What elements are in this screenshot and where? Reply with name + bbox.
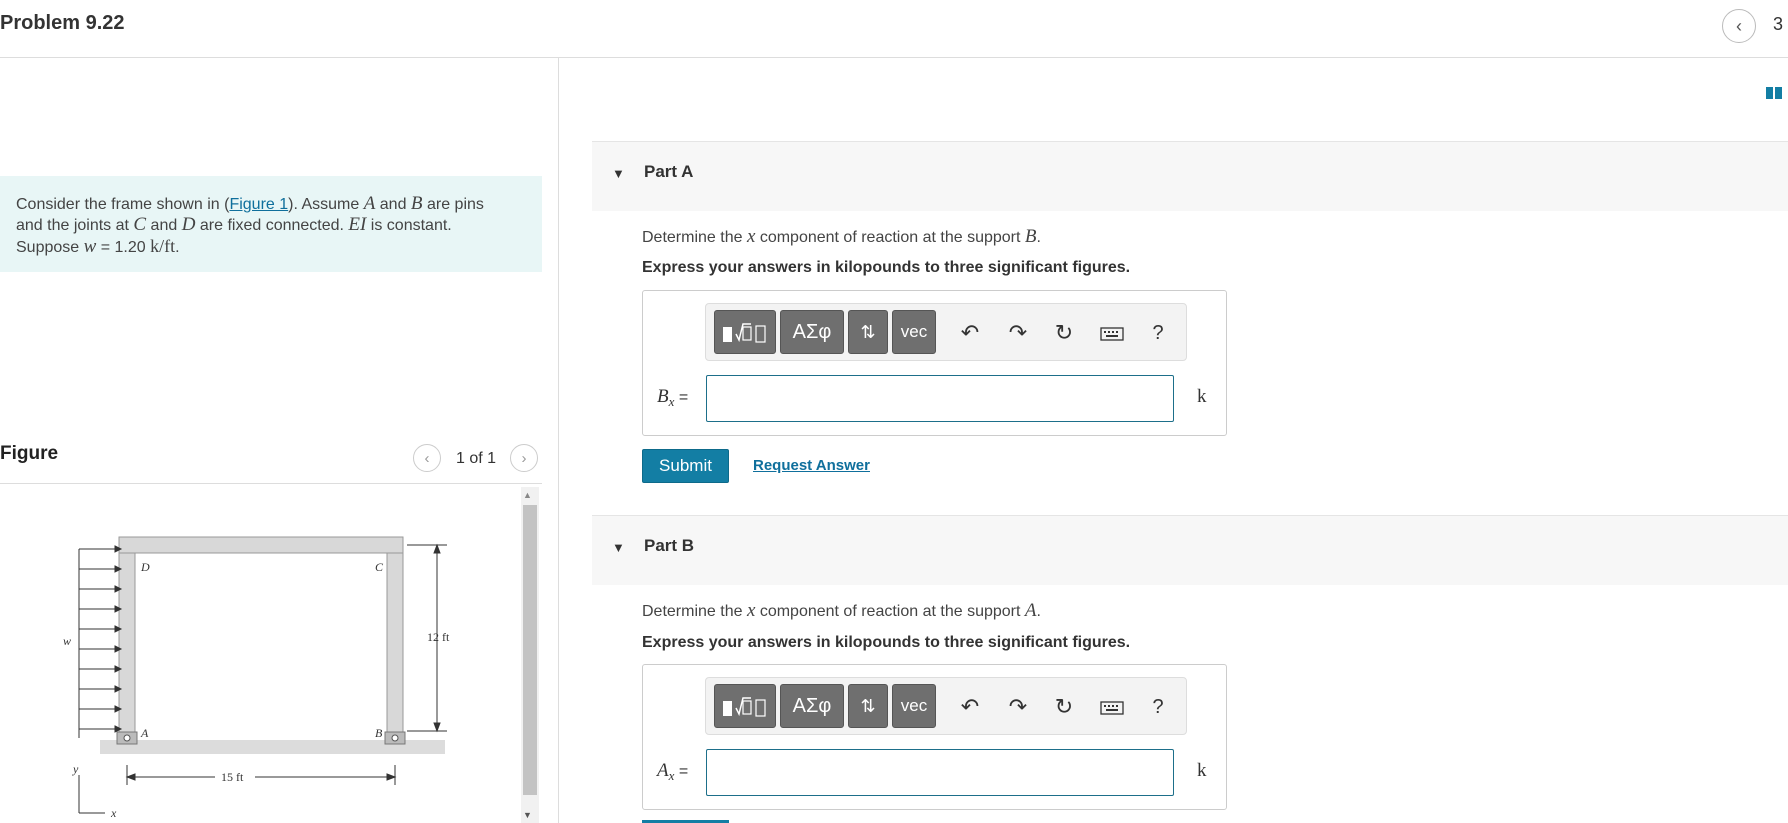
header-bar: Problem 9.22 ‹ 3 [0, 0, 1788, 58]
part-b-question: Determine the x component of reaction at… [642, 600, 1041, 621]
templates-button[interactable] [714, 310, 776, 354]
scroll-up-arrow-icon[interactable]: ▲ [523, 490, 532, 500]
part-b-header[interactable]: ▼ Part B [592, 515, 1788, 585]
label-a: A [140, 726, 149, 740]
part-a-question: Determine the x component of reaction at… [642, 226, 1041, 247]
top-beam [118, 536, 404, 554]
left-column [118, 536, 136, 743]
part-a-submit-button[interactable]: Submit [642, 449, 729, 483]
math-toolbar: ΑΣφ ⇅ vec ↶ ↷ ↻ ? [705, 303, 1187, 361]
part-a-answer-input[interactable] [706, 375, 1174, 422]
part-b-variable-label: Ax = [657, 760, 689, 784]
part-b-answer-box: ΑΣφ ⇅ vec ↶ ↷ ↻ ? Ax = k [642, 664, 1227, 810]
label-height: 12 ft [427, 630, 450, 644]
label-c: C [375, 560, 384, 574]
redo-icon[interactable]: ↷ [1006, 320, 1030, 346]
figure-heading: Figure [0, 443, 59, 464]
vector-button[interactable]: vec [892, 684, 936, 728]
label-y: y [72, 762, 79, 776]
load-arrows [78, 545, 123, 738]
panel-divider [558, 58, 559, 823]
label-b: B [375, 726, 383, 740]
part-b-title: Part B [644, 536, 695, 555]
book-icon[interactable] [1766, 87, 1782, 99]
problem-line-1: Consider the frame shown in (Figure 1). … [16, 193, 484, 214]
help-icon[interactable]: ? [1146, 322, 1170, 345]
part-a-variable-label: Bx = [657, 386, 689, 410]
figure-next-button[interactable]: › [510, 444, 538, 472]
figure-prev-button[interactable]: ‹ [413, 444, 441, 472]
problem-line-3: Suppose w = 1.20 k/ft. [16, 236, 180, 257]
part-a-answer-box: ΑΣφ ⇅ vec ↶ ↷ ↻ ? Bx = k [642, 290, 1227, 436]
keyboard-icon[interactable] [1100, 696, 1124, 722]
part-b-answer-input[interactable] [706, 749, 1174, 796]
label-width: 15 ft [221, 770, 244, 784]
problem-line-2: and the joints at C and D are fixed conn… [16, 214, 452, 235]
up-down-arrows-icon: ⇅ [860, 695, 876, 716]
redo-icon[interactable]: ↷ [1006, 694, 1030, 720]
problem-statement: Consider the frame shown in (Figure 1). … [0, 176, 542, 272]
scroll-down-arrow-icon[interactable]: ▼ [523, 810, 532, 820]
part-a-title: Part A [644, 162, 694, 181]
keyboard-icon[interactable] [1100, 322, 1124, 348]
part-a-header[interactable]: ▼ Part A [592, 141, 1788, 211]
arrows-button[interactable]: ⇅ [848, 310, 888, 354]
figure-scrollbar-thumb[interactable] [523, 505, 537, 795]
part-b-instruction: Express your answers in kilopounds to th… [642, 634, 1131, 651]
reset-icon[interactable]: ↻ [1052, 694, 1076, 720]
templates-button[interactable] [714, 684, 776, 728]
reset-icon[interactable]: ↻ [1052, 320, 1076, 346]
page-title: Problem 9.22 [0, 12, 125, 34]
figure-counter: 1 of 1 [456, 450, 497, 467]
chevron-left-icon: ‹ [424, 449, 430, 467]
help-icon[interactable]: ? [1146, 696, 1170, 719]
label-x: x [110, 806, 117, 820]
caret-down-icon: ▼ [612, 166, 625, 181]
label-w: w [63, 634, 71, 648]
figure-link[interactable]: Figure 1 [229, 196, 288, 213]
chevron-right-icon: › [521, 449, 527, 467]
greek-symbols-button[interactable]: ΑΣφ [780, 684, 844, 728]
up-down-arrows-icon: ⇅ [860, 321, 876, 342]
math-toolbar: ΑΣφ ⇅ vec ↶ ↷ ↻ ? [705, 677, 1187, 735]
part-b-unit: k [1197, 760, 1207, 781]
frame-diagram: w D C A B y x 12 ft 15 ft [63, 536, 450, 820]
problem-nav-number: 3 [1773, 14, 1784, 34]
templates-icon [723, 323, 766, 343]
width-dimension [125, 765, 397, 785]
label-d: D [140, 560, 150, 574]
caret-down-icon: ▼ [612, 540, 625, 555]
undo-icon[interactable]: ↶ [958, 320, 982, 346]
right-column [386, 536, 404, 743]
part-a-request-answer-link[interactable]: Request Answer [753, 457, 870, 474]
undo-icon[interactable]: ↶ [958, 694, 982, 720]
greek-symbols-button[interactable]: ΑΣφ [780, 310, 844, 354]
part-a-instruction: Express your answers in kilopounds to th… [642, 259, 1131, 276]
vector-button[interactable]: vec [892, 310, 936, 354]
part-a-unit: k [1197, 386, 1207, 407]
chevron-left-icon: ‹ [1736, 15, 1742, 36]
figure-divider [0, 483, 542, 484]
arrows-button[interactable]: ⇅ [848, 684, 888, 728]
axes [78, 775, 105, 814]
previous-problem-button[interactable]: ‹ [1722, 9, 1756, 43]
templates-icon [723, 697, 766, 717]
